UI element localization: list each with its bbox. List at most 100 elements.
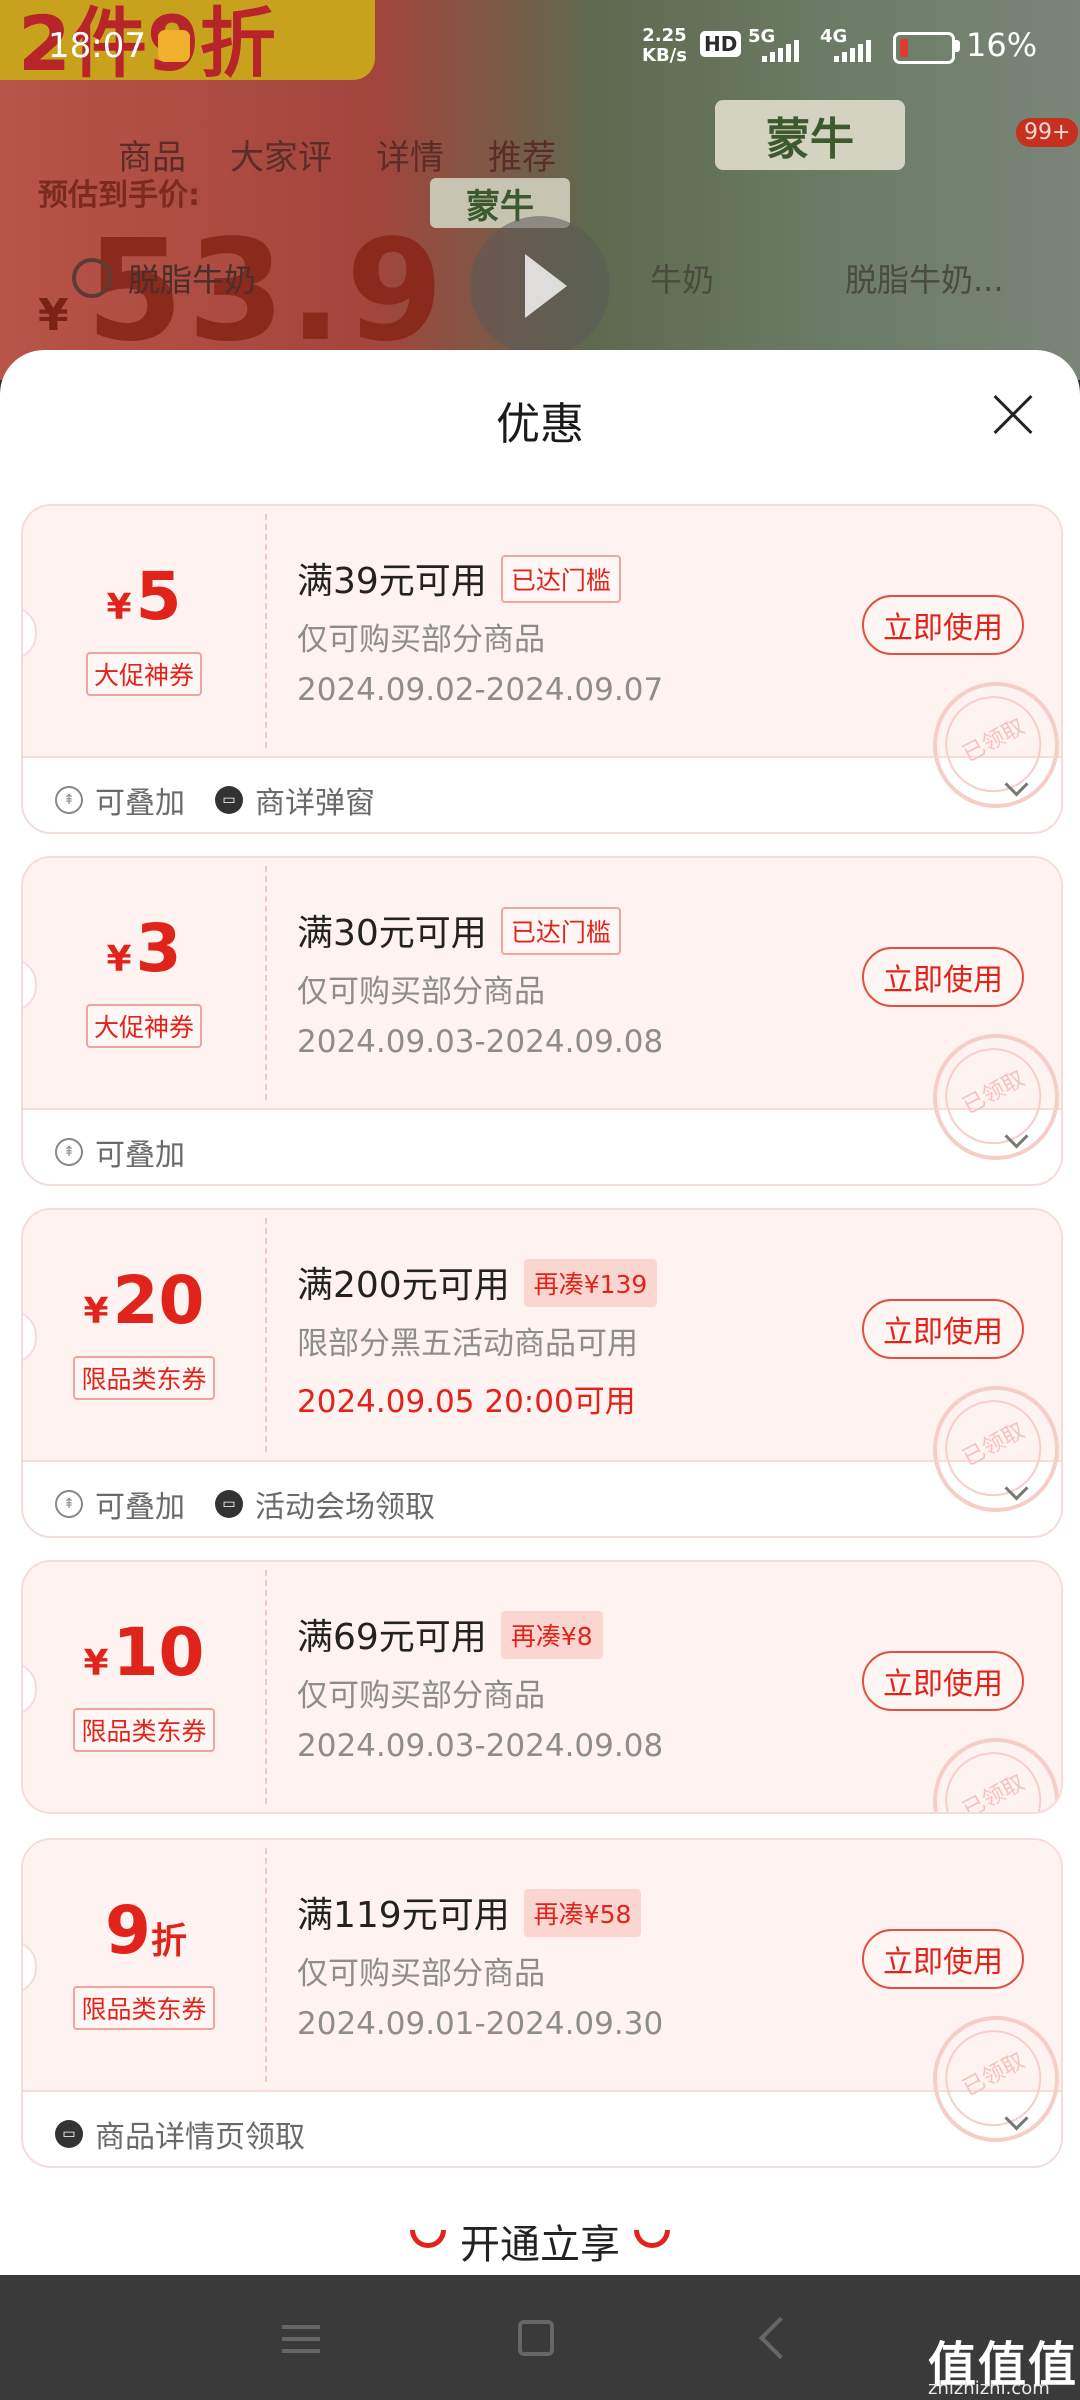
battery-percent: 16% [966,26,1038,64]
currency-symbol: ¥ [83,1291,109,1332]
coupon-condition: 满39元可用 已达门槛 [297,552,621,607]
amount-value: 3 [135,910,182,987]
use-now-button[interactable]: 立即使用 [862,947,1024,1007]
coupon-scope: 仅可购买部分商品 [297,974,545,1010]
claimed-stamp: 已领取 [910,1715,1061,1812]
coupon-card: ¥5 大促神券 满39元可用 已达门槛 仅可购买部分商品 2024.09.02-2… [21,504,1063,834]
message-badge: 99+ [1016,118,1079,147]
coupon-amount: ¥10 [23,1614,265,1691]
sheet-title: 优惠 [496,399,584,450]
system-nav-bar [0,2275,1080,2400]
coupon-scope: 限部分黑五活动商品可用 [297,1326,638,1362]
chevron-down-icon[interactable] [1004,1476,1029,1501]
coupon-footer[interactable]: ⇞ 可叠加 ▭ 商详弹窗 [23,758,1061,832]
coupon-amount: ¥5 [23,558,265,635]
stackable-feature: ⇞ 可叠加 [55,1482,185,1526]
source-feature: ▭ 活动会场领取 [215,1482,435,1526]
coupon-card: ¥20 限品类东券 满200元可用 再凑¥139 限部分黑五活动商品可用 2024… [21,1208,1063,1538]
window-icon: ▭ [55,2120,83,2148]
coupon-condition: 满200元可用 再凑¥139 [297,1256,658,1311]
close-icon[interactable] [990,392,1036,438]
currency-symbol: ¥ [106,587,132,628]
coupon-scope: 仅可购买部分商品 [297,1956,545,1992]
coupon-ticket[interactable]: ¥3 大促神券 满30元可用 已达门槛 仅可购买部分商品 2024.09.03-2… [23,858,1061,1183]
coupon-ticket[interactable]: ¥5 大促神券 满39元可用 已达门槛 仅可购买部分商品 2024.09.02-2… [23,506,1061,831]
window-icon: ▭ [215,786,243,814]
coupon-scope: 仅可购买部分商品 [297,1678,545,1714]
coupon-condition: 满30元可用 已达门槛 [297,904,621,959]
use-now-button[interactable]: 立即使用 [862,1651,1024,1711]
battery-icon [893,32,955,64]
status-time: 18:07 [48,26,146,66]
coupon-scope: 仅可购买部分商品 [297,622,545,658]
coupon-condition: 满119元可用 再凑¥58 [297,1886,642,1941]
network-speed: 2.25 KB/s [642,26,687,66]
use-now-button[interactable]: 立即使用 [862,595,1024,655]
condition-text: 满30元可用 [297,913,487,954]
open-membership-button[interactable]: 开通立享 [0,2212,1080,2270]
estimate-label: 预估到手价: [38,178,200,213]
coupon-card: 9折 限品类东券 满119元可用 再凑¥58 仅可购买部分商品 2024.09.0… [21,1838,1063,2168]
source-feature: ▭ 商品详情页领取 [55,2112,305,2156]
coupon-ticket[interactable]: ¥10 限品类东券 满69元可用 再凑¥8 仅可购买部分商品 2024.09.03… [23,1562,1061,1812]
add-more-tag: 再凑¥8 [500,1611,603,1659]
stack-icon: ⇞ [55,1138,83,1166]
amount-value: 9 [105,1892,151,1969]
window-icon: ▭ [215,1490,243,1518]
play-icon [470,216,610,356]
status-bar: 18:07 2.25 KB/s HD 5G 4G 16% [0,0,1080,92]
stack-icon: ⇞ [55,786,83,814]
stackable-feature: ⇞ 可叠加 [55,1130,185,1174]
home-icon[interactable] [518,2320,554,2356]
watermark-url: zhizhizhi.com [928,2378,1050,2399]
coupon-amount: ¥3 [23,910,265,987]
coupon-date: 2024.09.03-2024.09.08 [297,1728,664,1764]
coupon-type: 限品类东券 [73,1986,215,2030]
search-text-3: 脱脂牛奶... [845,261,1004,299]
tab-reviews: 大家评 [230,138,332,178]
coupon-condition: 满69元可用 再凑¥8 [297,1608,603,1663]
search-icon [72,258,112,298]
coupon-footer[interactable]: ▭ 商品详情页领取 [23,2092,1061,2166]
coupon-type: 大促神券 [85,652,202,696]
add-more-tag: 再凑¥139 [523,1259,658,1307]
network-speed-value: 2.25 [642,25,687,46]
coupon-ticket[interactable]: 9折 限品类东券 满119元可用 再凑¥58 仅可购买部分商品 2024.09.0… [23,1840,1061,2165]
use-now-button[interactable]: 立即使用 [862,1929,1024,1989]
coupon-card: ¥10 限品类东券 满69元可用 再凑¥8 仅可购买部分商品 2024.09.03… [21,1560,1063,1814]
coupon-date: 2024.09.03-2024.09.08 [297,1024,664,1060]
notification-app-icon [158,30,190,62]
stackable-feature: ⇞ 可叠加 [55,778,185,822]
coupon-card: ¥3 大促神券 满30元可用 已达门槛 仅可购买部分商品 2024.09.03-2… [21,856,1063,1186]
amount-value: 20 [112,1262,205,1339]
threshold-tag: 已达门槛 [500,555,621,603]
amount-unit: 折 [150,1921,187,1962]
back-icon[interactable] [758,2316,802,2360]
chevron-down-icon[interactable] [1004,2106,1029,2131]
network-speed-unit: KB/s [642,45,687,66]
signal-5g-icon [762,40,799,62]
coupon-footer[interactable]: ⇞ 可叠加 [23,1110,1061,1184]
signal-4g-icon [834,40,871,62]
search-text-2: 牛奶 [650,261,715,299]
coupon-ticket[interactable]: ¥20 限品类东券 满200元可用 再凑¥139 限部分黑五活动商品可用 2024… [23,1210,1061,1535]
chevron-down-icon[interactable] [1004,772,1029,797]
search-text: 脱脂牛奶 [128,261,257,299]
tab-recommend: 推荐 [488,138,556,178]
battery-cap [955,40,960,52]
coupon-type: 大促神券 [85,1004,202,1048]
coupon-footer[interactable]: ⇞ 可叠加 ▭ 活动会场领取 [23,1462,1061,1536]
currency-symbol: ¥ [83,1643,109,1684]
amount-value: 5 [135,558,182,635]
condition-text: 满69元可用 [297,1617,487,1658]
menu-icon[interactable] [282,2325,320,2353]
smile-icon [634,2230,670,2248]
use-now-button[interactable]: 立即使用 [862,1299,1024,1359]
smile-icon [410,2230,446,2248]
coupon-date: 2024.09.01-2024.09.30 [297,2006,664,2042]
tab-details: 详情 [376,138,444,178]
coupon-amount: ¥20 [23,1262,265,1339]
condition-text: 满200元可用 [297,1265,510,1306]
coupon-sheet: 优惠 ¥5 大促神券 满39元可用 已达门槛 仅可购买部分商品 2024.09.0… [0,350,1080,2275]
chevron-down-icon[interactable] [1004,1124,1029,1149]
